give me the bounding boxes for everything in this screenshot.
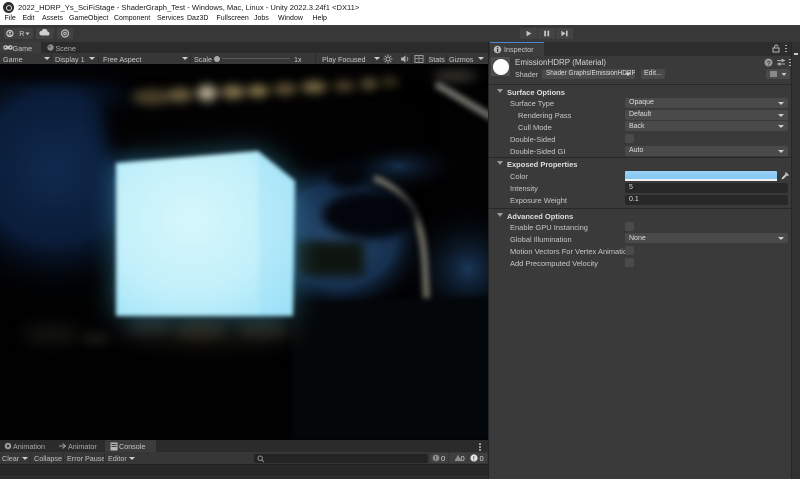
svg-text:!: ! [472,456,474,463]
svg-text:0: 0 [460,454,464,463]
svg-text:0: 0 [479,454,483,463]
svg-text:!: ! [434,456,436,463]
svg-text:?: ? [767,60,771,67]
svg-text:R: R [19,31,24,38]
svg-text:0: 0 [441,454,445,463]
